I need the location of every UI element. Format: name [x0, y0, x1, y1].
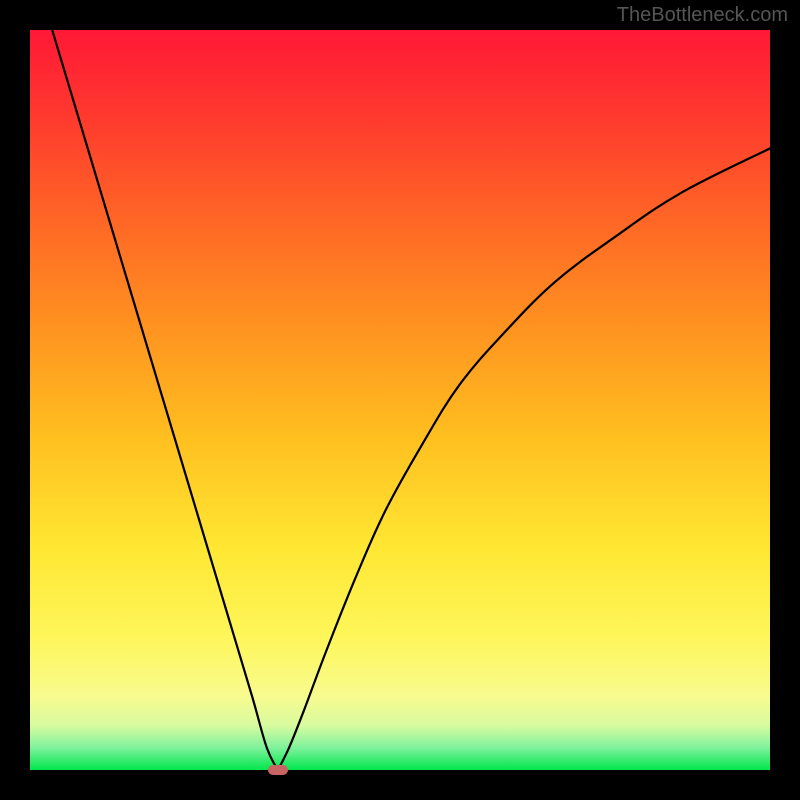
curve-right-branch [278, 148, 770, 770]
curve-layer [30, 30, 770, 770]
plot-area [30, 30, 770, 770]
watermark-text: TheBottleneck.com [617, 4, 788, 27]
plot-inner [30, 30, 770, 770]
minimum-marker [268, 765, 288, 775]
curve-left-branch [52, 30, 278, 770]
